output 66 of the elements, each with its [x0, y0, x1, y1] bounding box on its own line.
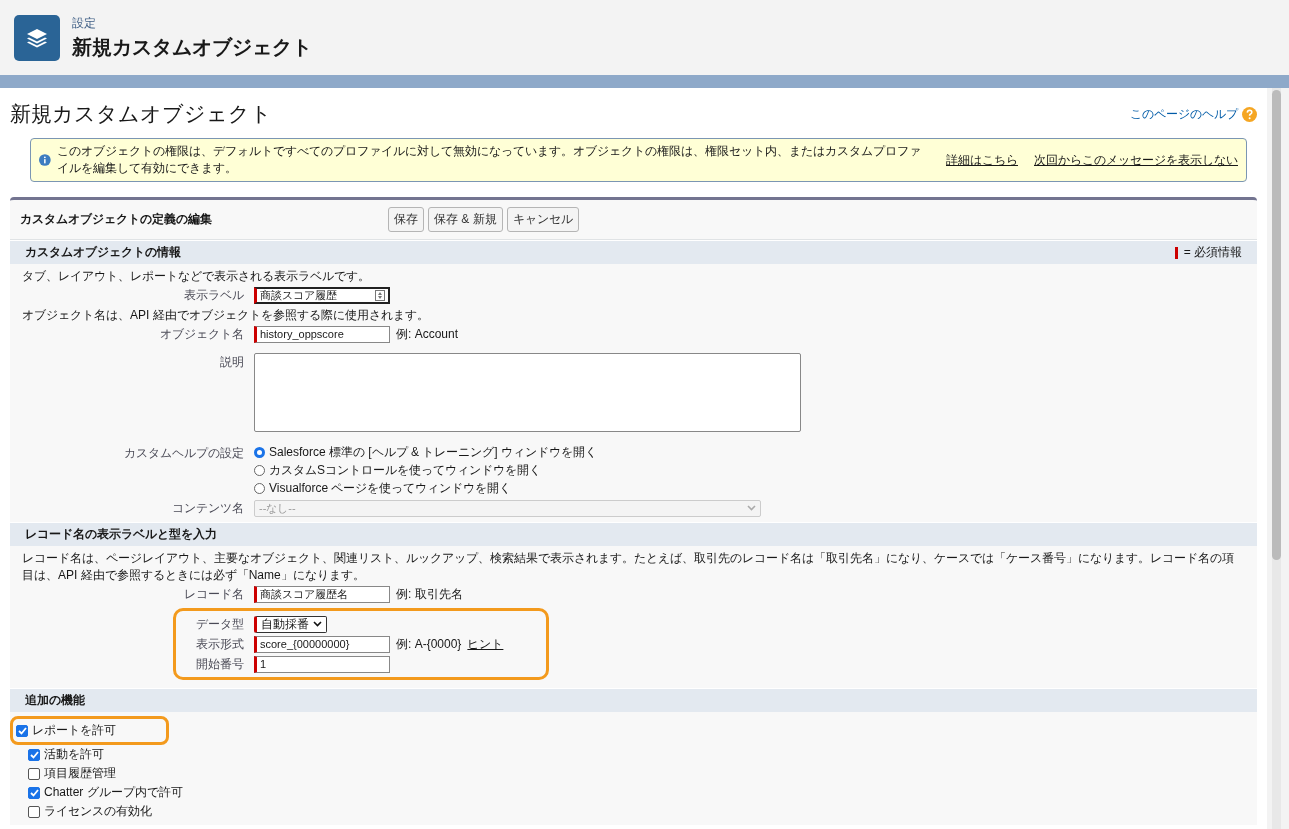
radio-button[interactable]: [254, 447, 265, 458]
example-text: 例: 取引先名: [396, 585, 463, 603]
checkbox-label: ライセンスの有効化: [44, 803, 152, 820]
example-text: 例: Account: [396, 325, 459, 343]
text-field[interactable]: 商談スコア履歴名: [254, 585, 390, 603]
radio-button[interactable]: [254, 483, 265, 494]
checkbox-row[interactable]: 活動を許可: [22, 745, 104, 764]
example-text: 例: A-{0000}: [396, 635, 462, 653]
help-link[interactable]: このページのヘルプ: [1130, 105, 1238, 123]
radio-button[interactable]: [254, 465, 265, 476]
text-field[interactable]: 1: [254, 655, 390, 673]
description-text: オブジェクト名は、API 経由でオブジェクトを参照する際に使用されます。: [21, 307, 430, 324]
checkbox[interactable]: [28, 805, 40, 818]
info-icon: [39, 153, 51, 167]
checkbox[interactable]: [28, 786, 40, 799]
field-label: 表示形式: [195, 636, 244, 653]
description-field[interactable]: [254, 353, 801, 432]
checkbox-label: 活動を許可: [44, 746, 104, 763]
layers-icon: [14, 14, 60, 61]
field-label: 説明: [219, 354, 244, 371]
text-field[interactable]: history_oppscore: [254, 325, 390, 343]
breadcrumb[interactable]: 設定: [72, 14, 312, 32]
chevron-down-icon: [313, 621, 322, 627]
field-label: オブジェクト名: [159, 326, 244, 343]
radio-label[interactable]: Visualforce ページを使ってウィンドウを開く: [269, 480, 512, 497]
field-label: データ型: [195, 616, 244, 633]
checkbox-label: Chatter グループ内で許可: [44, 784, 183, 801]
section-title: 追加の機能: [25, 692, 85, 709]
required-marker: [1174, 246, 1178, 259]
checkbox-row[interactable]: Chatter グループ内で許可: [22, 783, 183, 802]
header-title: 新規カスタムオブジェクト: [72, 34, 312, 60]
info-text: このオブジェクトの権限は、デフォルトですべてのプロファイルに対して無効になっています。オブジェクトの権限は、権限セット内、またはカスタムプロファイルを編集して有効にできます。: [56, 143, 922, 177]
radio-label[interactable]: Salesforce 標準の [ヘルプ & トレーニング] ウィンドウを開く: [269, 444, 598, 461]
field-label: 表示ラベル: [183, 287, 244, 304]
checkbox[interactable]: [16, 724, 28, 737]
info-link[interactable]: 詳細はこちら: [946, 151, 1018, 169]
description-text: レコード名は、ページレイアウト、主要なオブジェクト、関連リスト、ルックアップ、検索結果で表示されます。たとえば、取引先のレコード名は「取引先名」になり、ケースでは「ケース番号」になります。レコード名の項目は、API 経由で参照するときには必ず「Name」になります。: [21, 550, 1235, 584]
field-label: コンテンツ名: [171, 500, 244, 517]
checkbox-row[interactable]: 項目履歴管理: [22, 764, 116, 783]
text-field[interactable]: 商談スコア履歴: [254, 286, 390, 304]
section-title: レコード名の表示ラベルと型を入力: [25, 526, 217, 543]
required-legend: = 必須情報: [1183, 244, 1242, 261]
checkbox-row[interactable]: ライセンスの有効化: [22, 802, 152, 821]
text-field[interactable]: score_{00000000}: [254, 635, 390, 653]
description-text: タブ、レイアウト、レポートなどで表示される表示ラベルです。: [21, 268, 371, 285]
field-icon: [375, 289, 385, 301]
dropdown[interactable]: 自動採番: [254, 615, 327, 633]
hint-link[interactable]: ヒント: [467, 635, 504, 653]
checkbox-label: 項目履歴管理: [44, 765, 116, 782]
scrollbar[interactable]: [1272, 88, 1281, 829]
checkbox[interactable]: [28, 767, 40, 780]
radio-label[interactable]: カスタムSコントロールを使ってウィンドウを開く: [269, 462, 541, 479]
checkbox-row[interactable]: レポートを許可: [10, 716, 169, 745]
checkbox[interactable]: [28, 748, 40, 761]
page-title: 新規カスタムオブジェクト: [10, 101, 272, 127]
section-title: カスタムオブジェクトの情報: [25, 244, 181, 261]
toolbar-button[interactable]: 保存: [388, 207, 424, 232]
chevron-down-icon: [747, 505, 756, 511]
panel-title: カスタムオブジェクトの定義の編集: [20, 211, 213, 228]
info-link[interactable]: 次回からこのメッセージを表示しない: [1034, 151, 1238, 169]
field-label: カスタムヘルプの設定: [123, 445, 244, 462]
toolbar-button[interactable]: キャンセル: [506, 207, 579, 232]
toolbar-button[interactable]: 保存 & 新規: [428, 207, 503, 232]
field-label: レコード名: [183, 586, 244, 603]
field-label: 開始番号: [195, 656, 244, 673]
checkbox-label: レポートを許可: [32, 722, 116, 739]
